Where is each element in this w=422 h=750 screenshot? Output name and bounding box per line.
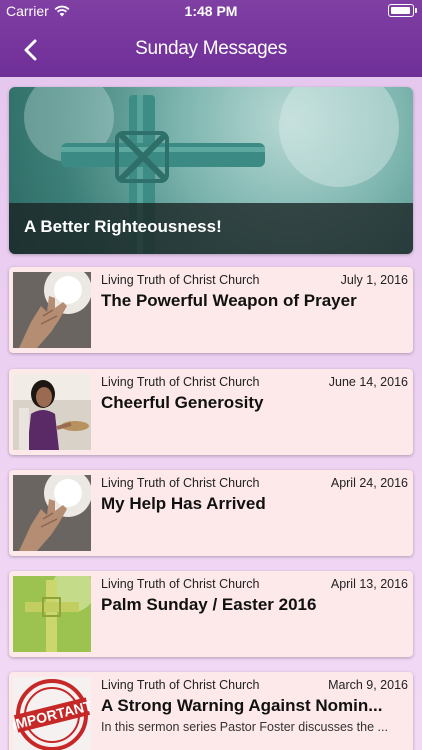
messages-list[interactable]: A Better Righteousness! Living Truth of … (0, 77, 422, 750)
message-thumbnail (13, 576, 91, 652)
featured-message-card[interactable]: A Better Righteousness! (9, 87, 413, 254)
message-thumbnail: IMPORTANT (13, 677, 91, 750)
message-date: April 24, 2016 (330, 476, 408, 490)
message-date: July 1, 2016 (340, 273, 408, 287)
message-card[interactable]: IMPORTANT Living Truth of Christ Church … (9, 672, 413, 750)
message-date: March 9, 2016 (328, 678, 408, 692)
palm-cross-icon (13, 576, 91, 652)
message-thumbnail (13, 272, 91, 348)
message-date: June 14, 2016 (328, 375, 408, 389)
offering-icon (13, 374, 91, 450)
hand-icon (13, 272, 91, 348)
message-title: Palm Sunday / Easter 2016 (101, 595, 317, 614)
featured-title: A Better Righteousness! (9, 203, 413, 254)
church-name: Living Truth of Christ Church (101, 577, 260, 591)
message-title: A Strong Warning Against Nomin... (101, 696, 383, 715)
page-title: Sunday Messages (135, 38, 287, 59)
important-stamp-icon: IMPORTANT (13, 677, 91, 750)
status-bar: Carrier 1:48 PM (0, 0, 422, 22)
message-card[interactable]: Living Truth of Christ Church April 13, … (9, 571, 413, 657)
message-date: April 13, 2016 (330, 577, 408, 591)
message-title: My Help Has Arrived (101, 494, 266, 513)
top-bar: Carrier 1:48 PM Sunday Messages (0, 0, 422, 77)
message-title: The Powerful Weapon of Prayer (101, 291, 357, 310)
church-name: Living Truth of Christ Church (101, 273, 260, 287)
message-card[interactable]: Living Truth of Christ Church June 14, 2… (9, 369, 413, 455)
hand-icon (13, 475, 91, 551)
message-card[interactable]: Living Truth of Christ Church April 24, … (9, 470, 413, 556)
church-name: Living Truth of Christ Church (101, 375, 260, 389)
church-name: Living Truth of Christ Church (101, 678, 260, 692)
church-name: Living Truth of Christ Church (101, 476, 260, 490)
message-description: In this sermon series Pastor Foster disc… (101, 720, 388, 734)
message-thumbnail (13, 475, 91, 551)
battery-icon (388, 4, 417, 17)
message-thumbnail (13, 374, 91, 450)
message-card[interactable]: Living Truth of Christ Church July 1, 20… (9, 267, 413, 353)
message-title: Cheerful Generosity (101, 393, 264, 412)
status-time: 1:48 PM (184, 3, 238, 19)
